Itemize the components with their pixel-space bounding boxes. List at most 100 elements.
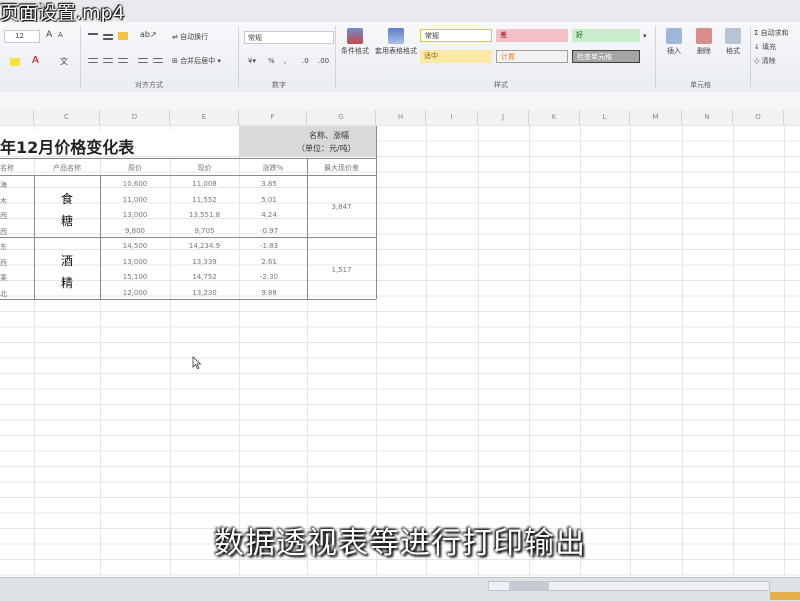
row-change: -0.97 — [259, 227, 279, 235]
style-good[interactable]: 好 — [572, 29, 640, 42]
style-normal-label: 常规 — [425, 32, 439, 40]
align-center-icon[interactable] — [103, 58, 113, 63]
column-header-f[interactable]: F — [239, 110, 307, 125]
row-region: 西 — [0, 259, 7, 267]
group-separator — [238, 26, 239, 88]
autosum-button[interactable]: Σ 自动求和 — [754, 28, 789, 38]
fill-label: 填充 — [762, 43, 777, 51]
style-neutral[interactable]: 适中 — [420, 50, 492, 63]
column-header-g[interactable]: G — [307, 110, 376, 125]
increase-decimal-icon[interactable]: .0 — [302, 57, 309, 65]
format-label: 格式 — [726, 47, 740, 55]
style-bad-label: 差 — [500, 31, 507, 39]
increase-indent-icon[interactable] — [153, 58, 163, 63]
percent-icon[interactable]: % — [268, 57, 275, 65]
max-diff-alcohol: 1,517 — [331, 266, 352, 274]
product-name-sugar-1: 食 — [60, 192, 73, 206]
decrease-decimal-icon[interactable]: .00 — [318, 57, 329, 65]
sheet-title-cell[interactable]: 年12月价格变化表 — [0, 130, 239, 157]
wrap-text-label: 自动换行 — [180, 33, 209, 41]
column-header-e[interactable]: E — [170, 110, 239, 125]
style-normal[interactable]: 常规 — [420, 29, 492, 42]
row-change: 5.01 — [261, 196, 277, 204]
phonetic-icon[interactable]: 文 — [60, 56, 68, 67]
style-calculation[interactable]: 计算 — [496, 50, 568, 63]
grid-line — [170, 125, 171, 577]
product-name-alcohol-1: 酒 — [60, 254, 73, 268]
column-header-n[interactable]: N — [682, 110, 733, 125]
column-header-k[interactable]: K — [529, 110, 580, 125]
header-old-price: 原价 — [128, 164, 142, 172]
worksheet-grid[interactable] — [0, 125, 800, 577]
number-format-select[interactable]: 常规 — [244, 31, 334, 44]
clear-button[interactable]: ◇ 清除 — [754, 56, 776, 66]
row-change: -2.30 — [259, 273, 279, 281]
font-size-select[interactable]: 12 — [4, 30, 40, 43]
wrap-text-button[interactable]: ⇌ 自动换行 — [172, 32, 208, 42]
merge-center-button[interactable]: ⊞ 合并后居中 ▾ — [172, 56, 221, 66]
table-format-button[interactable]: 套用表格格式 — [374, 28, 418, 56]
row-old-price: 13,000 — [122, 211, 148, 219]
scrollbar-thumb[interactable] — [509, 582, 549, 590]
delete-button[interactable]: 删除 — [690, 28, 718, 56]
grid-line — [733, 125, 734, 577]
row-new-price: 11,552 — [192, 196, 217, 204]
max-diff-sugar: 3,847 — [331, 203, 352, 211]
row-region: 西 — [0, 228, 7, 236]
number-format-value: 常规 — [248, 34, 262, 42]
table-border — [0, 237, 376, 238]
align-top-icon[interactable] — [88, 33, 98, 39]
table-border — [34, 175, 35, 299]
row-region: 木 — [0, 197, 7, 205]
row-region: 北 — [0, 290, 7, 298]
zoom-indicator-icon — [770, 592, 800, 600]
row-change: 9.88 — [261, 289, 277, 297]
mouse-cursor-icon — [192, 356, 202, 369]
style-check-cell[interactable]: 检查单元格 — [572, 50, 640, 63]
column-header-b[interactable] — [0, 110, 34, 125]
fill-color-icon[interactable] — [10, 58, 20, 66]
column-header-h[interactable]: H — [376, 110, 426, 125]
align-left-icon[interactable] — [88, 58, 98, 63]
format-button[interactable]: 格式 — [720, 28, 746, 56]
shrink-font-icon[interactable]: A — [58, 31, 63, 39]
sheet-note-cell[interactable]: 名称、涨幅 （单位：元/吨） — [239, 126, 376, 157]
grid-line — [529, 125, 530, 577]
grid-line — [426, 125, 427, 577]
insert-button[interactable]: 插入 — [660, 28, 688, 56]
column-header-m[interactable]: M — [630, 110, 682, 125]
video-subtitle: 数据透视表等进行打印输出 — [214, 526, 586, 561]
column-header-i[interactable]: I — [426, 110, 478, 125]
font-color-icon[interactable]: A — [32, 55, 39, 66]
row-new-price: 11,008 — [192, 180, 217, 188]
align-bottom-icon[interactable] — [118, 32, 128, 40]
align-middle-icon[interactable] — [103, 34, 113, 40]
ribbon: 12 A A A 文 ab↗ ⇌ 自动换行 ⊞ 合并后居中 ▾ 对齐方式 常规 … — [0, 22, 800, 93]
conditional-format-button[interactable]: 条件格式 — [338, 28, 372, 56]
currency-icon[interactable]: ¥▾ — [248, 57, 256, 65]
header-product: 产品名称 — [53, 164, 81, 172]
column-header-d[interactable]: D — [100, 110, 170, 125]
column-header-c[interactable]: C — [34, 110, 100, 125]
align-right-icon[interactable] — [118, 58, 128, 63]
column-header-l[interactable]: L — [580, 110, 630, 125]
header-new-price: 现价 — [197, 164, 212, 172]
decrease-indent-icon[interactable] — [138, 58, 148, 63]
row-old-price: 10,600 — [122, 180, 148, 188]
grow-font-icon[interactable]: A — [46, 30, 52, 40]
orientation-icon[interactable]: ab↗ — [140, 30, 157, 39]
table-border — [376, 126, 377, 299]
horizontal-scrollbar[interactable] — [488, 581, 770, 591]
style-bad[interactable]: 差 — [496, 29, 568, 42]
row-region: 西 — [0, 212, 7, 220]
column-header-o[interactable]: O — [733, 110, 784, 125]
comma-icon[interactable]: , — [284, 57, 286, 65]
formula-bar[interactable] — [0, 92, 800, 111]
styles-more-icon[interactable]: ▾ — [643, 32, 647, 40]
grid-line — [784, 125, 785, 577]
fill-button[interactable]: ↓ 填充 — [754, 42, 776, 52]
row-new-price: 9,705 — [194, 227, 215, 235]
column-header-j[interactable]: J — [478, 110, 529, 125]
row-old-price: 13,000 — [122, 258, 148, 266]
style-check-cell-label: 检查单元格 — [577, 53, 612, 61]
